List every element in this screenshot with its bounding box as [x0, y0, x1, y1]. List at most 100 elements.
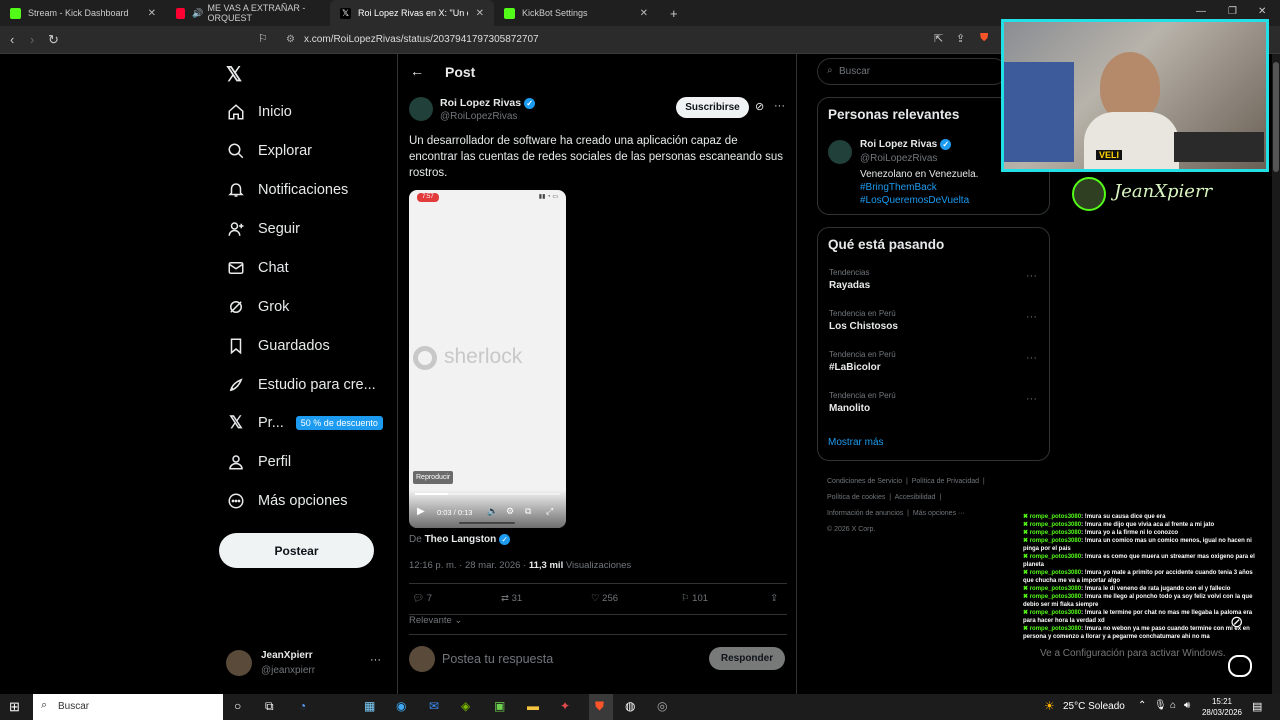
app-icon[interactable]: ◎ — [657, 699, 667, 713]
nav-explore[interactable]: Explorar — [226, 134, 312, 168]
video-progress[interactable] — [415, 493, 560, 495]
x-logo-icon[interactable]: 𝕏 — [226, 62, 242, 87]
brave-shield-icon[interactable]: ⛊ — [980, 32, 988, 45]
footer-link[interactable]: Política de Privacidad — [912, 478, 979, 485]
open-external-icon[interactable]: ⇱ — [934, 32, 943, 45]
close-window-icon[interactable]: ✕ — [1258, 6, 1266, 17]
bookmark-action[interactable]: ⚐ 101 — [681, 593, 708, 604]
app-icon[interactable]: ▣ — [494, 699, 505, 713]
nav-creator-studio[interactable]: Estudio para cre... — [226, 368, 376, 402]
nav-follow[interactable]: Seguir — [226, 212, 300, 246]
more-icon[interactable]: ··· — [1026, 352, 1037, 364]
more-icon[interactable]: ··· — [1026, 270, 1037, 282]
volume-icon[interactable]: 🔈 — [487, 506, 498, 517]
trend-item[interactable]: Tendencias Rayadas — [829, 268, 870, 291]
like-action[interactable]: ♡ 256 — [591, 593, 618, 604]
author-name-row[interactable]: Roi Lopez Rivas ✓ — [440, 97, 536, 109]
more-icon[interactable]: ··· — [1026, 393, 1037, 405]
footer-link[interactable]: Más opciones ··· — [913, 510, 965, 517]
site-info-icon[interactable]: ⚙ — [286, 30, 295, 50]
nav-chat[interactable]: Chat — [226, 251, 289, 285]
nav-notifications[interactable]: Notificaciones — [226, 173, 348, 207]
nvidia-icon[interactable]: ◈ — [461, 699, 470, 713]
back-arrow-icon[interactable]: ← — [410, 63, 424, 79]
hashtag-link[interactable]: #LosQueremosDeVuelta — [860, 195, 969, 206]
avatar[interactable] — [828, 140, 852, 164]
tab-kick-dashboard[interactable]: Stream - Kick Dashboard ✕ — [0, 0, 166, 26]
post-timestamp[interactable]: 12:16 p. m. · 28 mar. 2026 · — [409, 560, 526, 571]
reload-icon[interactable]: ↻ — [48, 32, 59, 48]
more-icon[interactable]: ··· — [1026, 311, 1037, 323]
share-icon[interactable]: ⇪ — [956, 32, 965, 45]
scrollbar[interactable] — [1272, 54, 1280, 694]
author-handle[interactable]: @RoiLopezRivas — [440, 111, 517, 122]
task-view-icon[interactable]: ⧉ — [265, 699, 274, 714]
footer-link[interactable]: Información de anuncios — [827, 510, 903, 517]
credit-name[interactable]: Theo Langston — [425, 534, 497, 545]
trend-item[interactable]: Tendencia en Perú #LaBicolor — [829, 350, 896, 373]
pip-icon[interactable]: ⧉ — [525, 506, 531, 517]
cortana-icon[interactable]: ○ — [234, 699, 241, 713]
play-icon[interactable]: ▶ — [417, 506, 425, 517]
footer-link[interactable]: Política de cookies — [827, 494, 885, 501]
microphone-icon[interactable]: 🎙︎ — [1154, 700, 1167, 711]
back-icon[interactable]: ‹ — [10, 32, 14, 47]
subscribe-button[interactable]: Suscribirse — [676, 97, 749, 118]
video-player[interactable]: 7:57 ▮▮ ◔ ▭ sherlock Reproducir ▶ 0:03 /… — [409, 190, 566, 528]
taskbar-search[interactable]: ⌕ Buscar — [33, 694, 223, 720]
nav-profile[interactable]: Perfil — [226, 445, 291, 479]
nav-more-options[interactable]: Más opciones — [226, 484, 347, 518]
grok-icon[interactable]: ⊘ — [755, 100, 764, 113]
url-field[interactable]: ⚙ x.com/RoiLopezRivas/status/20379417973… — [282, 30, 1002, 50]
more-icon[interactable]: ··· — [774, 100, 785, 112]
person-name-row[interactable]: Roi Lopez Rivas ✓ — [860, 139, 952, 150]
chevron-up-icon[interactable]: ⌃ — [1138, 700, 1146, 711]
nav-home[interactable]: Inicio — [226, 95, 292, 129]
weather-text[interactable]: 25°C Soleado — [1063, 701, 1125, 712]
more-icon[interactable]: ··· — [370, 654, 381, 666]
app-icon[interactable]: ✦ — [560, 699, 570, 713]
footer-link[interactable]: Accesibilidad — [895, 494, 936, 501]
network-icon[interactable]: ⌂ — [1170, 700, 1176, 711]
mail-icon[interactable]: ✉ — [429, 699, 439, 713]
trend-item[interactable]: Tendencia en Perú Manolito — [829, 391, 896, 414]
reply-button[interactable]: Responder — [709, 647, 785, 670]
app-icon[interactable]: ◔ — [299, 699, 306, 713]
post-button[interactable]: Postear — [219, 533, 374, 568]
close-icon[interactable]: ✕ — [640, 8, 648, 19]
forward-icon[interactable]: › — [30, 32, 34, 47]
share-icon[interactable]: ⇪ — [770, 593, 778, 604]
folder-icon[interactable]: ▬ — [527, 699, 539, 713]
author-avatar[interactable] — [409, 97, 433, 121]
tab-kickbot[interactable]: KickBot Settings ✕ — [494, 0, 658, 26]
windows-start-icon[interactable]: ⊞ — [9, 699, 20, 715]
nav-grok[interactable]: Grok — [226, 290, 289, 324]
tab-youtube[interactable]: 🔊 ME VAS A EXTRAÑAR - ORQUEST — [166, 0, 330, 26]
calculator-icon[interactable]: ▦ — [364, 699, 375, 713]
obs-icon[interactable]: ◍ — [625, 699, 635, 713]
account-switcher[interactable]: JeanXpierr @jeanxpierr ··· — [226, 648, 384, 680]
new-tab-button[interactable]: + — [660, 0, 680, 26]
fullscreen-icon[interactable]: ⤢ — [546, 506, 553, 517]
show-more-link[interactable]: Mostrar más — [828, 437, 884, 448]
close-icon[interactable]: ✕ — [148, 8, 156, 19]
trend-item[interactable]: Tendencia en Perú Los Chistosos — [829, 309, 898, 332]
settings-icon[interactable]: ⚙ — [506, 506, 514, 517]
chat-bubble-icon[interactable] — [1228, 655, 1252, 677]
brave-taskbar-icon[interactable]: ⛊ — [589, 694, 613, 720]
grok-icon[interactable]: ⊘ — [1230, 612, 1243, 632]
search-input[interactable]: ⌕ Buscar — [817, 58, 1007, 85]
taskbar-clock[interactable]: 15:21 28/03/2026 — [1200, 696, 1244, 718]
tab-x-post[interactable]: 𝕏 Roi Lopez Rivas en X: "Un desarr ✕ — [330, 0, 494, 26]
repost-action[interactable]: ⇄ 31 — [501, 593, 522, 604]
scrollbar-thumb[interactable] — [1273, 62, 1279, 172]
footer-link[interactable]: Condiciones de Servicio — [827, 478, 902, 485]
nav-bookmarks[interactable]: Guardados — [226, 329, 330, 363]
relevance-dropdown[interactable]: Relevante ⌄ — [409, 615, 462, 626]
bookmark-page-icon[interactable]: ⚐ — [258, 32, 268, 45]
edge-icon[interactable]: ◉ — [396, 699, 406, 713]
notification-icon[interactable]: ▤ — [1252, 700, 1262, 713]
reply-action[interactable]: 💬︎ 7 — [412, 593, 432, 604]
hashtag-link[interactable]: #BringThemBack — [860, 182, 937, 193]
nav-premium[interactable]: 𝕏 Pr... 50 % de descuento — [226, 406, 383, 440]
